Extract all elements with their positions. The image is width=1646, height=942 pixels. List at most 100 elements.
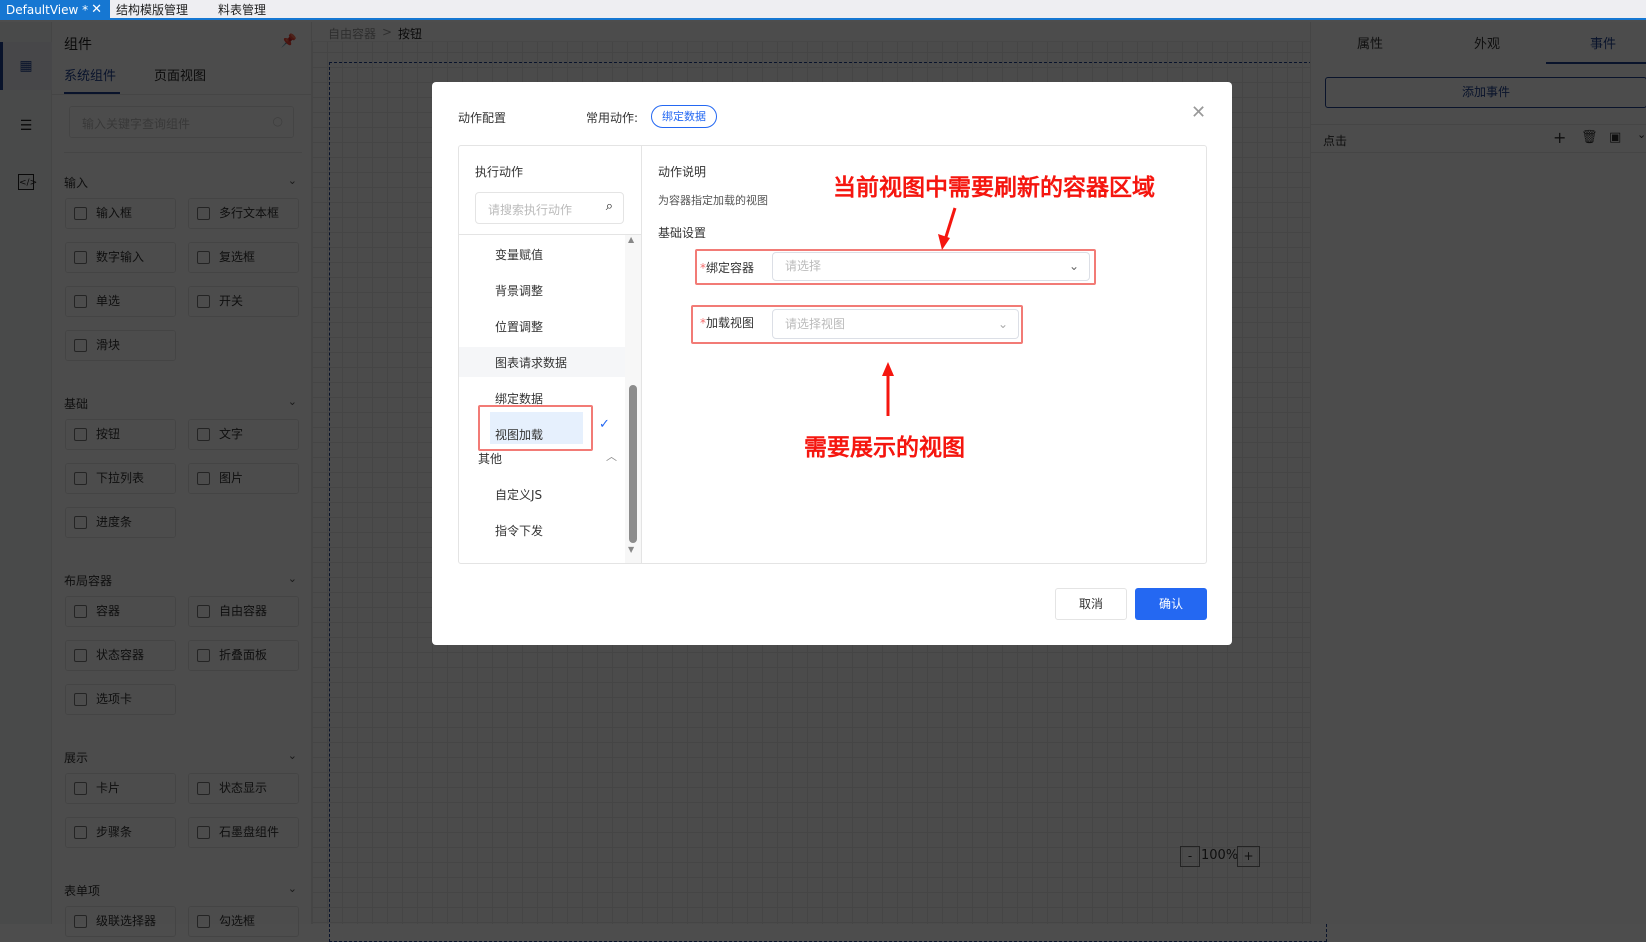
section-title[interactable]: 布局容器 xyxy=(64,572,112,589)
tab-default-view[interactable]: DefaultView * ✕ xyxy=(0,0,110,20)
event-name: 点击 xyxy=(1323,134,1348,148)
component-item[interactable]: 下拉列表 xyxy=(65,463,176,494)
tab-appearance[interactable]: 外观 xyxy=(1474,33,1500,52)
component-label: 石墨盘组件 xyxy=(219,825,280,839)
component-item[interactable]: 图片 xyxy=(188,463,299,494)
divider xyxy=(64,152,302,153)
common-action-chip[interactable]: 绑定数据 xyxy=(651,105,717,128)
component-label: 状态显示 xyxy=(219,781,268,795)
component-icon xyxy=(74,207,87,220)
component-item[interactable]: 复选框 xyxy=(188,242,299,273)
component-icon xyxy=(197,826,210,839)
component-item[interactable]: 输入框 xyxy=(65,198,176,229)
component-item[interactable]: 容器 xyxy=(65,596,176,627)
component-item[interactable]: 状态容器 xyxy=(65,640,176,671)
tab-properties[interactable]: 属性 xyxy=(1357,33,1383,52)
scroll-down-icon[interactable]: ▼ xyxy=(628,545,634,554)
add-event-button[interactable]: 添加事件 xyxy=(1325,77,1646,108)
tab-structure-template[interactable]: 结构模版管理 xyxy=(110,0,194,20)
action-config-dialog: 动作配置 常用动作: 绑定数据 ✕ 执行动作 请搜索执行动作 ⌕ 变量赋值 背景调… xyxy=(432,82,1232,645)
action-item[interactable]: 背景调整 xyxy=(495,282,543,299)
confirm-button[interactable]: 确认 xyxy=(1135,588,1207,620)
section-title[interactable]: 基础 xyxy=(64,395,88,412)
chevron-down-icon[interactable]: ⌄ xyxy=(288,572,297,585)
close-icon[interactable]: ✕ xyxy=(91,0,102,20)
tree-outline-icon[interactable]: ☰ xyxy=(18,118,34,134)
component-item[interactable]: 勾选框 xyxy=(188,906,299,937)
component-icon xyxy=(74,251,87,264)
component-label: 折叠面板 xyxy=(219,648,268,662)
tab-events[interactable]: 事件 xyxy=(1590,33,1616,52)
scroll-up-icon[interactable]: ▲ xyxy=(628,235,634,244)
component-icon xyxy=(197,207,210,220)
trash-icon[interactable]: 🗑 xyxy=(1581,130,1598,145)
component-item[interactable]: 多行文本框 xyxy=(188,198,299,229)
chevron-down-icon[interactable]: ⌄ xyxy=(288,882,297,895)
component-item[interactable]: 进度条 xyxy=(65,507,176,538)
component-item[interactable]: 步骤条 xyxy=(65,817,176,848)
search-icon: ⌕ xyxy=(605,199,613,214)
component-item[interactable]: 按钮 xyxy=(65,419,176,450)
section-title[interactable]: 输入 xyxy=(64,174,88,191)
basic-settings-title: 基础设置 xyxy=(658,226,707,240)
component-icon xyxy=(74,339,87,352)
action-search-input[interactable]: 请搜索执行动作 ⌕ xyxy=(475,192,624,224)
zoom-out-button[interactable]: - xyxy=(1180,846,1200,867)
chevron-down-icon[interactable]: ⌄ xyxy=(1637,128,1646,141)
breadcrumb-parent[interactable]: 自由容器 xyxy=(328,25,376,42)
section-title[interactable]: 展示 xyxy=(64,749,88,766)
component-item[interactable]: 自由容器 xyxy=(188,596,299,627)
component-search-input[interactable]: 输入关键字查询组件 ○ xyxy=(69,106,294,138)
code-icon[interactable]: </> xyxy=(18,174,37,190)
chevron-up-icon[interactable]: ︿ xyxy=(606,448,617,464)
pin-icon[interactable]: 📌 xyxy=(281,34,297,49)
component-item[interactable]: 开关 xyxy=(188,286,299,317)
action-item[interactable]: 变量赋值 xyxy=(495,246,543,263)
component-item[interactable]: 选项卡 xyxy=(65,684,176,715)
window-settings-icon[interactable]: ▣ xyxy=(1609,130,1621,145)
component-item[interactable]: 级联选择器 xyxy=(65,906,176,937)
component-item[interactable]: 石墨盘组件 xyxy=(188,817,299,848)
action-item[interactable]: 图表请求数据 xyxy=(495,354,567,371)
component-item[interactable]: 折叠面板 xyxy=(188,640,299,671)
component-item[interactable]: 数字输入 xyxy=(65,242,176,273)
panel-title: 组件 xyxy=(64,37,92,53)
component-item[interactable]: 单选 xyxy=(65,286,176,317)
add-icon[interactable]: + xyxy=(1553,128,1566,147)
tab-page-views[interactable]: 页面视图 xyxy=(154,65,206,84)
component-item[interactable]: 滑块 xyxy=(65,330,176,361)
component-icon xyxy=(197,295,210,308)
annotation-target-view: 需要展示的视图 xyxy=(804,435,965,461)
dialog-title: 动作配置 xyxy=(458,111,507,125)
group-title[interactable]: 其他 xyxy=(478,450,502,467)
component-icon xyxy=(197,649,210,662)
chevron-down-icon[interactable]: ⌄ xyxy=(288,395,297,408)
component-icon xyxy=(197,605,210,618)
cancel-button[interactable]: 取消 xyxy=(1055,588,1127,620)
action-item[interactable]: 位置调整 xyxy=(495,318,543,335)
chevron-down-icon[interactable]: ⌄ xyxy=(288,174,297,187)
section-title[interactable]: 表单项 xyxy=(64,882,100,899)
close-icon[interactable]: ✕ xyxy=(1191,102,1206,123)
component-icon xyxy=(74,649,87,662)
tab-system-components[interactable]: 系统组件 xyxy=(64,65,116,84)
zoom-in-button[interactable]: + xyxy=(1237,846,1260,867)
component-label: 图片 xyxy=(219,471,244,485)
components-grid-icon[interactable]: ▦ xyxy=(18,58,34,74)
component-item[interactable]: 卡片 xyxy=(65,773,176,804)
chevron-down-icon[interactable]: ⌄ xyxy=(288,749,297,762)
scrollbar-thumb[interactable] xyxy=(629,385,637,543)
scrollbar[interactable]: ▲ ▼ xyxy=(625,235,641,563)
property-panel: 属性 外观 事件 添加事件 点击 + 🗑 ▣ ⌄ xyxy=(1310,22,1646,924)
component-label: 级联选择器 xyxy=(96,914,157,928)
action-item[interactable]: 指令下发 xyxy=(495,522,543,539)
component-item[interactable]: 文字 xyxy=(188,419,299,450)
action-item[interactable]: 自定义JS xyxy=(495,486,542,503)
component-label: 滑块 xyxy=(96,338,121,352)
component-label: 单选 xyxy=(96,294,121,308)
component-item[interactable]: 状态显示 xyxy=(188,773,299,804)
tab-bom-management[interactable]: 料表管理 xyxy=(212,0,272,20)
component-label: 多行文本框 xyxy=(219,206,280,220)
action-description: 为容器指定加载的视图 xyxy=(658,194,768,207)
component-label: 容器 xyxy=(96,604,121,618)
